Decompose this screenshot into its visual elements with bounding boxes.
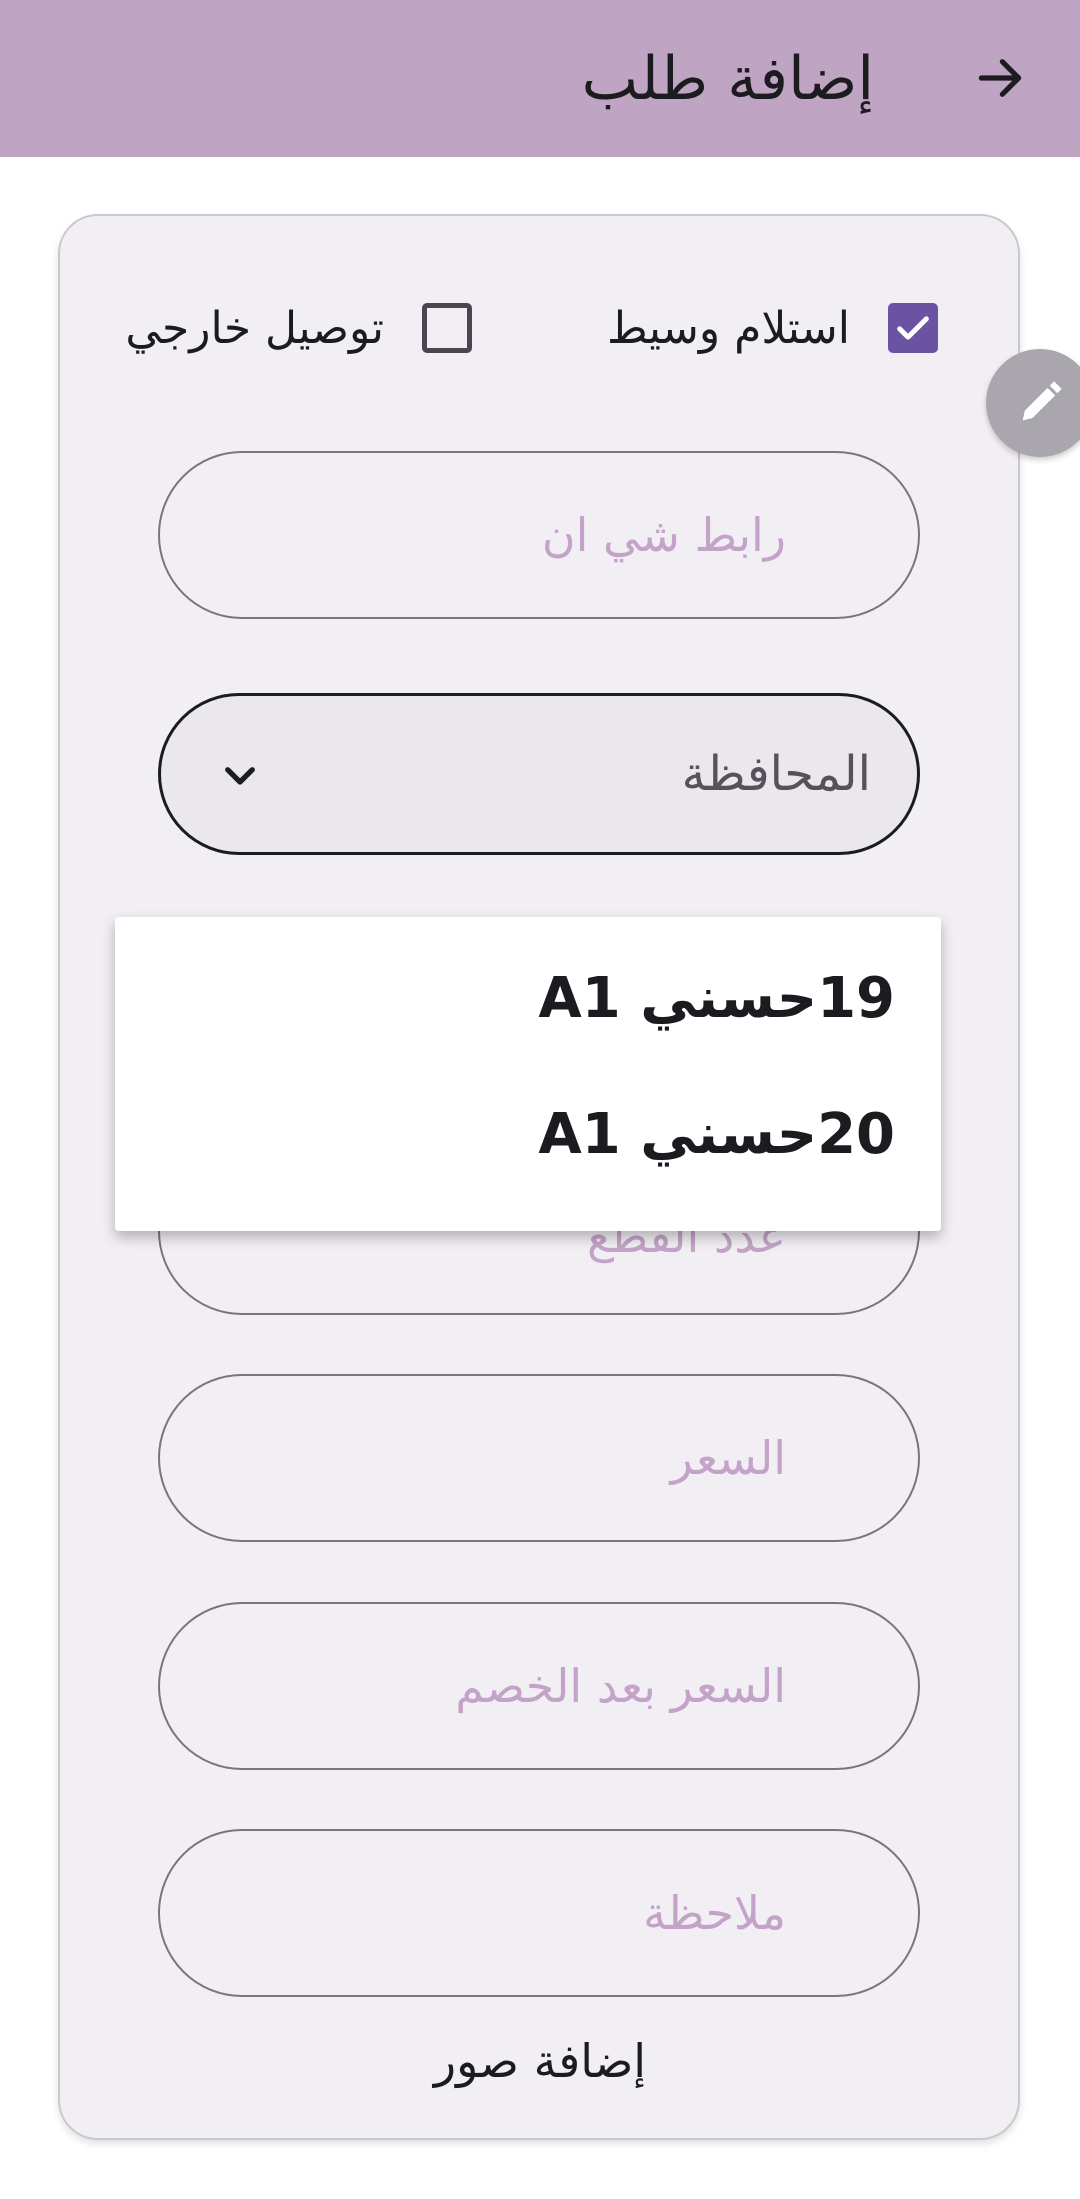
arrow-right-icon: [978, 59, 1022, 97]
pencil-icon: [1022, 381, 1062, 421]
receive-via-broker-option[interactable]: استلام وسيط: [607, 300, 938, 356]
price-input[interactable]: السعر: [158, 1374, 920, 1542]
dropdown-menu-item-label: 19حسني A1: [538, 966, 895, 1031]
checkmark-icon: [897, 316, 929, 340]
shein-link-placeholder: رابط شي ان: [541, 508, 786, 562]
back-button[interactable]: [960, 38, 1040, 118]
external-delivery-option[interactable]: توصيل خارجي: [125, 300, 472, 356]
price-after-discount-input[interactable]: السعر بعد الخصم: [158, 1602, 920, 1770]
external-delivery-checkbox[interactable]: [422, 303, 472, 353]
chevron-down-icon: [225, 767, 255, 785]
shein-link-input[interactable]: رابط شي ان: [158, 451, 920, 619]
app-bar: إضافة طلب: [0, 0, 1080, 157]
governorate-dropdown-menu: 19حسني A1 20حسني A1: [115, 917, 941, 1231]
governorate-placeholder: المحافظة: [681, 746, 871, 802]
page-title: إضافة طلب: [581, 44, 874, 114]
note-placeholder: ملاحظة: [643, 1886, 786, 1940]
add-photos-button[interactable]: إضافة صور: [0, 2034, 1080, 2088]
price-placeholder: السعر: [670, 1431, 786, 1485]
receive-via-broker-label: استلام وسيط: [606, 302, 850, 354]
dropdown-menu-item-label: 20حسني A1: [538, 1102, 895, 1167]
price-after-discount-placeholder: السعر بعد الخصم: [455, 1659, 786, 1713]
dropdown-menu-item[interactable]: 20حسني A1: [115, 1067, 941, 1203]
governorate-dropdown[interactable]: المحافظة: [158, 693, 920, 855]
dropdown-menu-item[interactable]: 19حسني A1: [115, 931, 941, 1067]
note-input[interactable]: ملاحظة: [158, 1829, 920, 1997]
receive-via-broker-checkbox[interactable]: [888, 303, 938, 353]
external-delivery-label: توصيل خارجي: [125, 302, 384, 354]
